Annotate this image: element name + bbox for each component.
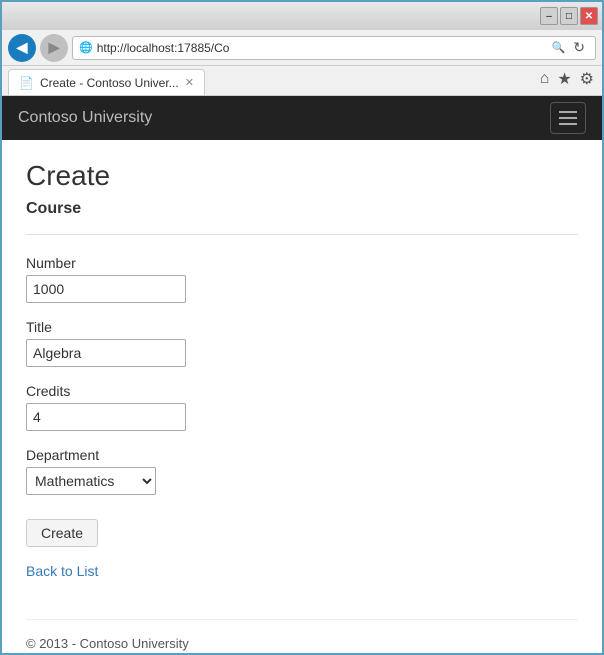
app-navbar: Contoso University	[2, 96, 602, 140]
page-title: Create	[26, 160, 578, 192]
department-field-group: Department Mathematics English Economics…	[26, 447, 578, 495]
forward-icon: ▶	[49, 39, 60, 56]
back-button[interactable]: ◀	[8, 34, 36, 62]
divider	[26, 234, 578, 235]
browser-window: – □ ✕ ◀ ▶ 🌐 http://localhost:17885/Co 🔍 …	[0, 0, 604, 655]
back-to-list-link[interactable]: Back to List	[26, 563, 578, 579]
section-title: Course	[26, 200, 578, 218]
create-button[interactable]: Create	[26, 519, 98, 547]
brand-name: Contoso University	[18, 109, 152, 127]
hamburger-line-3	[559, 123, 577, 125]
title-input[interactable]	[26, 339, 186, 367]
url-text: http://localhost:17885/Co	[97, 41, 548, 55]
favorites-icon[interactable]: ★	[555, 67, 573, 91]
forward-button[interactable]: ▶	[40, 34, 68, 62]
tab-close-button[interactable]: ✕	[185, 76, 194, 89]
search-icon: 🔍	[552, 41, 566, 54]
close-button[interactable]: ✕	[580, 7, 598, 25]
toolbar-icons: ⌂ ★ ⚙	[538, 67, 596, 95]
tab-favicon: 📄	[19, 76, 34, 90]
minimize-icon: –	[546, 11, 552, 22]
tab-bar: 📄 Create - Contoso Univer... ✕ ⌂ ★ ⚙	[2, 66, 602, 96]
footer-text: © 2013 - Contoso University	[26, 636, 189, 651]
home-icon[interactable]: ⌂	[538, 68, 552, 90]
page-icon: 🌐	[79, 41, 93, 54]
credits-input[interactable]	[26, 403, 186, 431]
credits-field-group: Credits	[26, 383, 578, 431]
page-footer: © 2013 - Contoso University	[26, 619, 578, 651]
minimize-button[interactable]: –	[540, 7, 558, 25]
url-bar[interactable]: 🌐 http://localhost:17885/Co 🔍 ↻	[72, 36, 596, 60]
settings-icon[interactable]: ⚙	[578, 67, 596, 91]
maximize-icon: □	[566, 11, 572, 22]
number-field-group: Number	[26, 255, 578, 303]
hamburger-line-2	[559, 117, 577, 119]
nav-toggle-button[interactable]	[550, 102, 586, 134]
window-controls: – □ ✕	[540, 7, 598, 25]
title-field-group: Title	[26, 319, 578, 367]
number-label: Number	[26, 255, 578, 271]
maximize-button[interactable]: □	[560, 7, 578, 25]
address-bar: ◀ ▶ 🌐 http://localhost:17885/Co 🔍 ↻	[2, 30, 602, 66]
title-label: Title	[26, 319, 578, 335]
department-select[interactable]: Mathematics English Economics Engineerin…	[26, 467, 156, 495]
credits-label: Credits	[26, 383, 578, 399]
close-icon: ✕	[585, 11, 593, 22]
active-tab[interactable]: 📄 Create - Contoso Univer... ✕	[8, 69, 205, 95]
main-content: Create Course Number Title Credits Depar…	[2, 140, 602, 653]
refresh-button[interactable]: ↻	[569, 37, 589, 58]
title-bar: – □ ✕	[2, 2, 602, 30]
hamburger-line-1	[559, 111, 577, 113]
back-icon: ◀	[17, 39, 28, 56]
department-label: Department	[26, 447, 578, 463]
tab-label: Create - Contoso Univer...	[40, 76, 179, 90]
number-input[interactable]	[26, 275, 186, 303]
